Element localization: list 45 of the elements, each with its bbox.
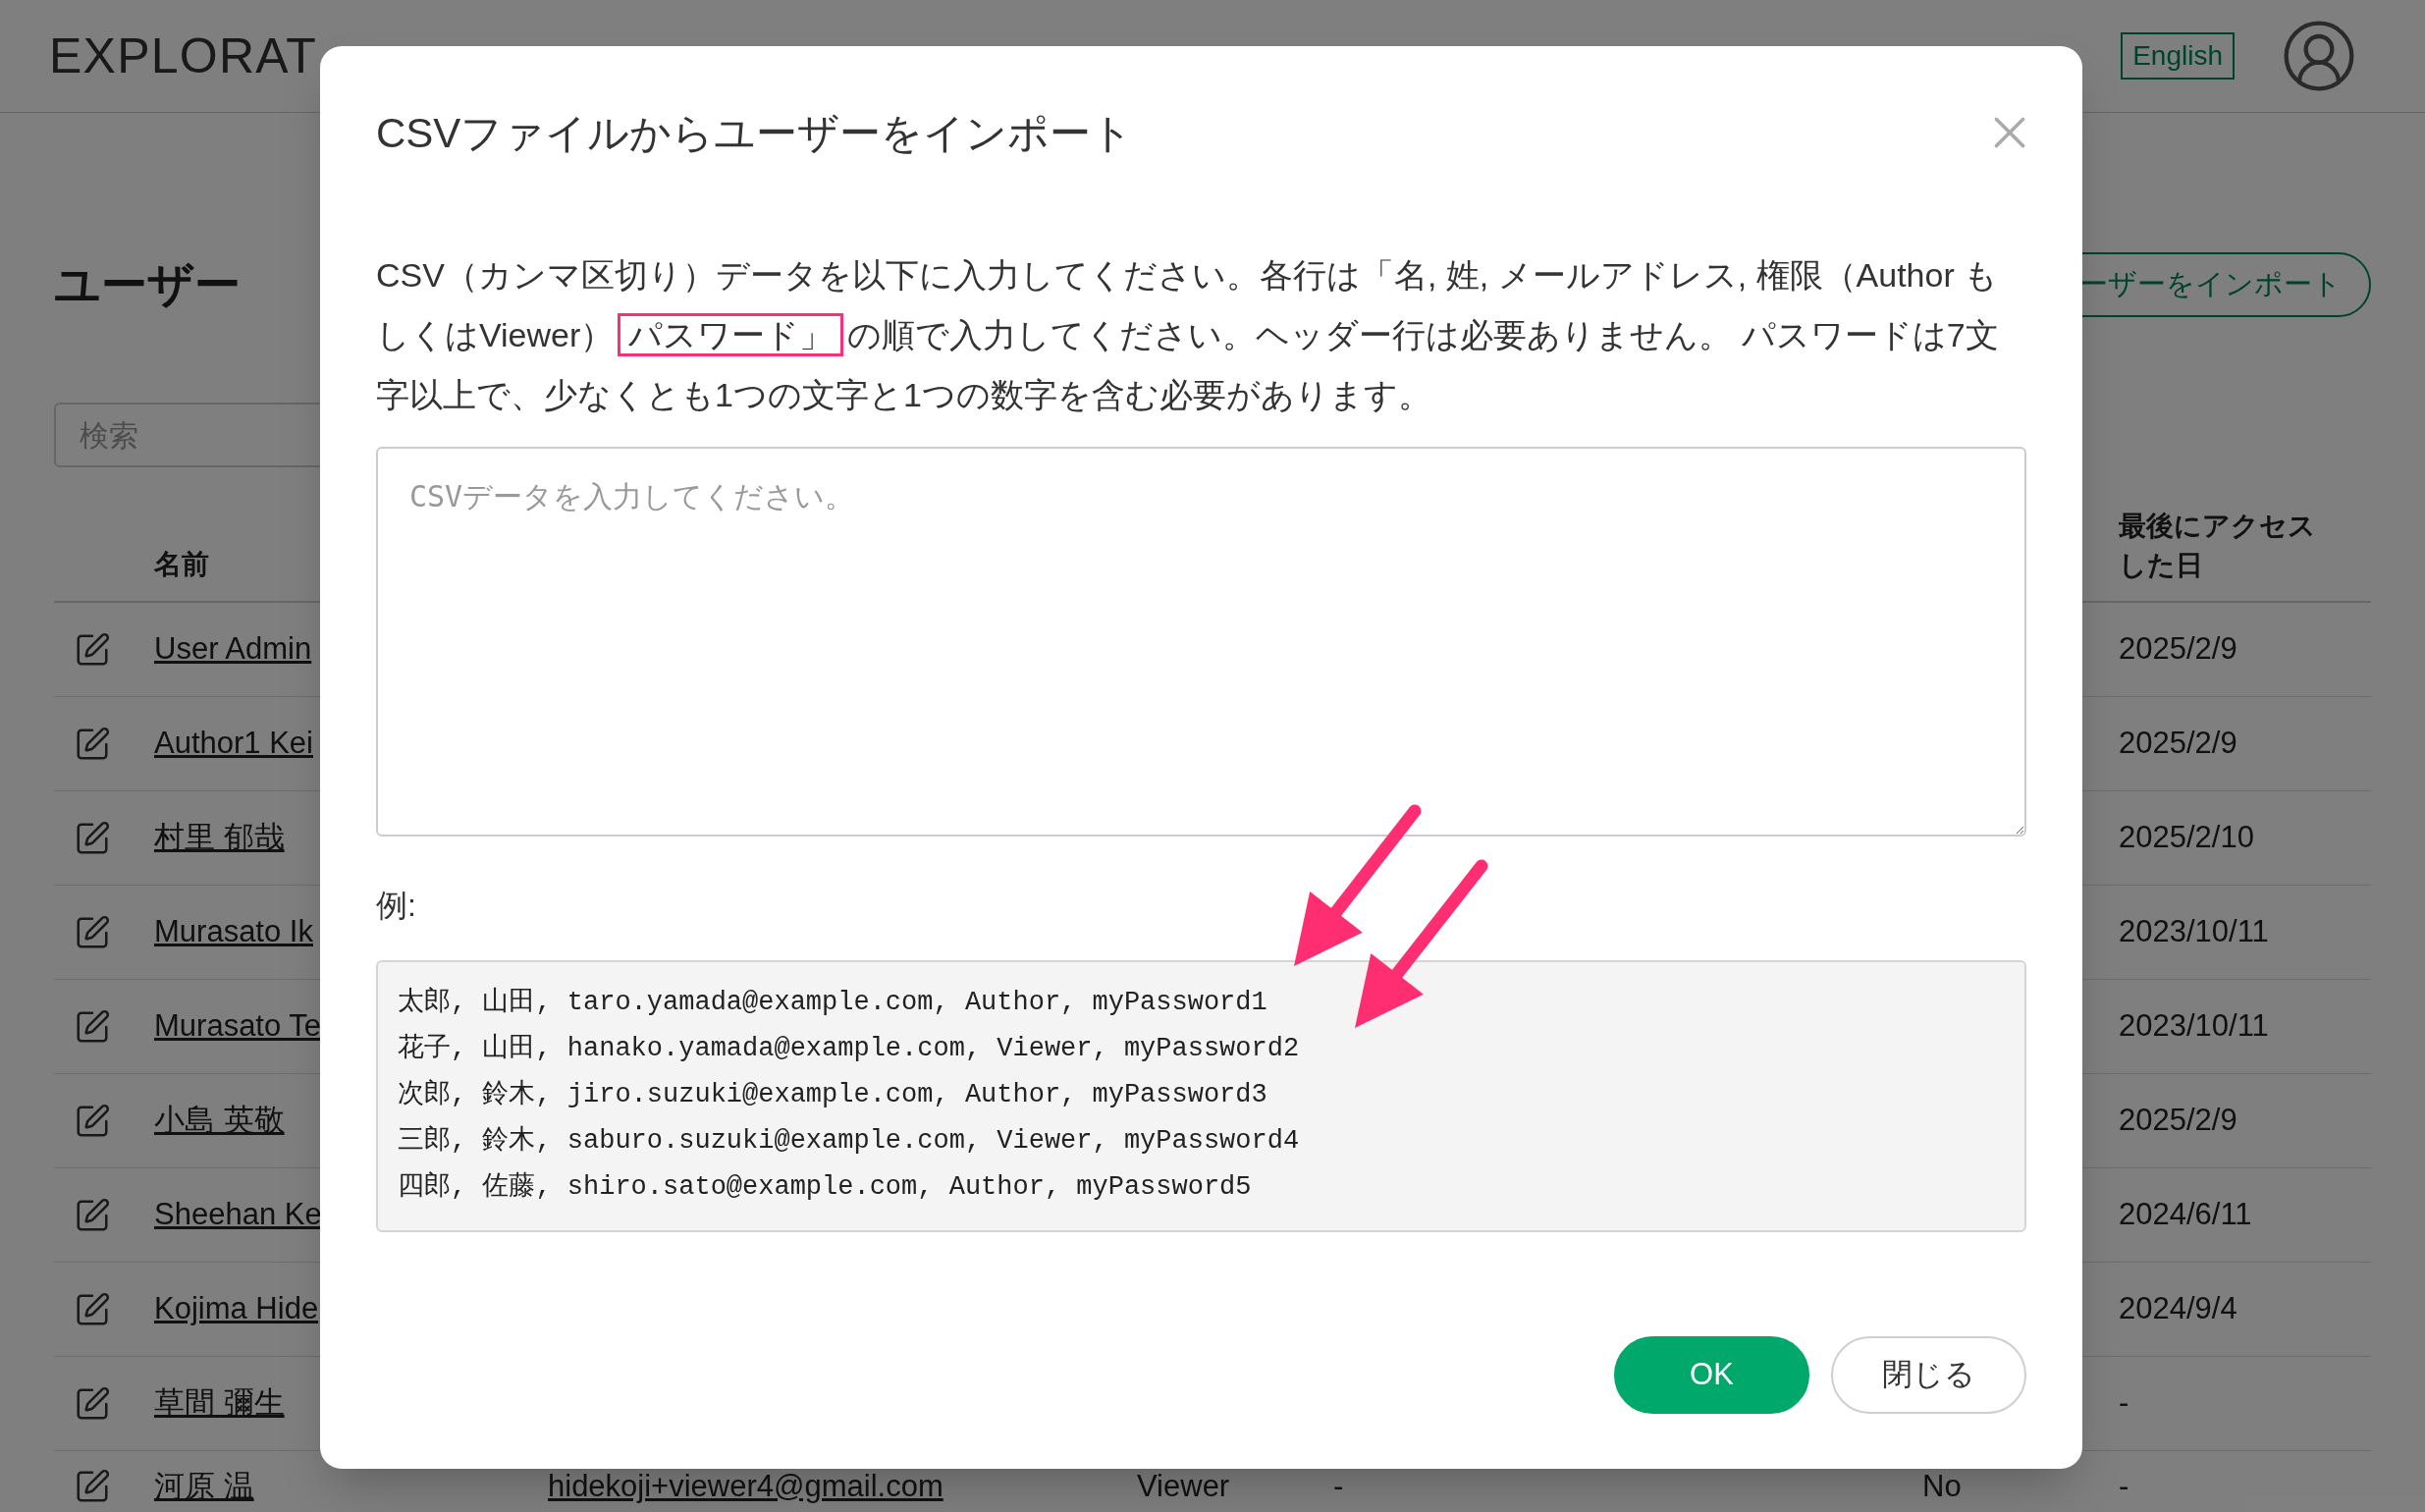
dialog-title: CSVファイルからユーザーをインポート [376, 108, 1134, 158]
edit-icon[interactable] [74, 819, 111, 857]
page-title: ユーザー [54, 256, 241, 312]
last-access-date: 2023/10/11 [2119, 914, 2269, 949]
last-access-date: 2025/2/10 [2119, 820, 2254, 855]
logo[interactable]: EXPLORAT [49, 19, 318, 93]
user-name-link[interactable]: Sheehan Ke [154, 1197, 322, 1232]
edit-icon[interactable] [74, 1196, 111, 1234]
edit-icon[interactable] [74, 1007, 111, 1046]
email-link[interactable]: hidekoji+viewer4@gmail.com [548, 1468, 943, 1503]
csv-input-field[interactable]: CSVデータを入力してください。 [376, 447, 2026, 837]
last-access-date: 2025/2/9 [2119, 1103, 2237, 1138]
last-access-date: - [2119, 1468, 2129, 1503]
last-access-date: 2024/6/11 [2119, 1197, 2252, 1232]
user-name-link[interactable]: Author1 Kei [154, 726, 313, 761]
language-button[interactable]: English [2121, 32, 2235, 80]
user-name-link[interactable]: Murasato Ik [154, 914, 313, 949]
edit-icon[interactable] [74, 1102, 111, 1140]
edit-icon[interactable] [74, 725, 111, 763]
edit-icon[interactable] [74, 1290, 111, 1328]
column-header: 名前 [154, 548, 210, 581]
user-name-link[interactable]: Murasato Te [154, 1008, 321, 1044]
last-access-date: 2025/2/9 [2119, 631, 2237, 667]
user-name-link[interactable]: User Admin [154, 631, 312, 667]
user-name-link[interactable]: 草間 彌生 [154, 1385, 285, 1421]
last-access-date: 2025/2/9 [2119, 726, 2237, 761]
edit-icon[interactable] [74, 913, 111, 951]
close-button[interactable]: 閉じる [1831, 1336, 2026, 1414]
edit-icon[interactable] [74, 1384, 111, 1423]
example-label: 例: [376, 887, 417, 925]
column-header: 最後にアクセスした日 [2119, 510, 2317, 582]
role-text: Viewer [1137, 1468, 1230, 1503]
ok-button[interactable]: OK [1614, 1336, 1809, 1414]
example-code-block: 太郎, 山田, taro.yamada@example.com, Author, myPassword1 花子, 山田, hanako.yamada@example.com, Viewer, myPassword2 次郎, 鈴木, jiro.suzuki@example.com, Author, myPassword3 三郎, 鈴木, saburo.suzuki@example.com, Viewer, myPassword4 四郎, 佐藤, shiro.sato@example.com, Author, myPassword5 [376, 960, 2026, 1232]
edit-icon[interactable] [74, 1468, 111, 1505]
user-name-link[interactable]: 小島 英敬 [154, 1103, 285, 1138]
table-cell: - [1333, 1468, 1344, 1503]
edit-icon[interactable] [74, 630, 111, 669]
user-name-link[interactable]: 河原 温 [154, 1468, 254, 1503]
last-access-date: 2024/9/4 [2119, 1291, 2237, 1326]
last-access-date: - [2119, 1385, 2129, 1421]
last-access-date: 2023/10/11 [2119, 1008, 2269, 1044]
user-name-link[interactable]: Kojima Hide [154, 1291, 319, 1326]
user-name-link[interactable]: 村里 郁哉 [154, 820, 285, 855]
table-cell: No [1922, 1468, 1962, 1503]
